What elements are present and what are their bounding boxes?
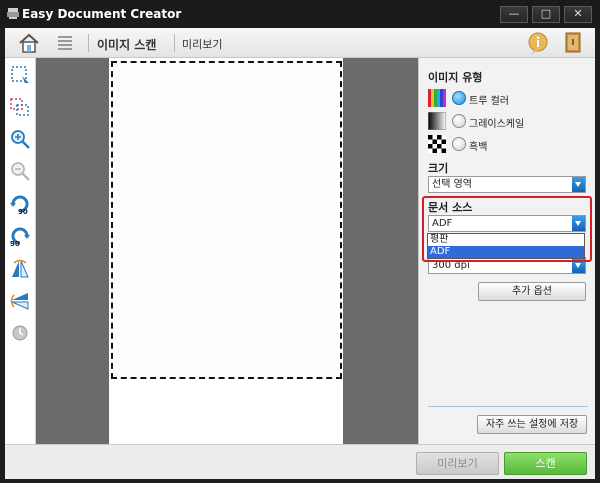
rotate-left-90-icon[interactable]: 90 bbox=[9, 193, 31, 215]
true-color-label: 트루 컬러 bbox=[469, 96, 509, 107]
footer-bar: 미리보기 스캔 bbox=[5, 444, 595, 479]
grayscale-radio[interactable] bbox=[452, 114, 466, 128]
info-icon[interactable] bbox=[526, 31, 550, 55]
scan-image-title: 이미지 스캔 bbox=[97, 38, 157, 52]
home-icon[interactable] bbox=[17, 31, 41, 55]
document-source-dropdown-list[interactable]: 평판 ADF bbox=[427, 233, 585, 259]
main-toolbar: 이미지 스캔 미리보기 bbox=[5, 28, 595, 58]
grayscale-icon bbox=[428, 112, 446, 130]
maximize-button[interactable]: □ bbox=[532, 6, 560, 23]
svg-text:90: 90 bbox=[10, 240, 20, 247]
grayscale-label: 그레이스케일 bbox=[469, 119, 525, 130]
true-color-icon bbox=[428, 89, 446, 107]
tool-strip: 90 90 bbox=[5, 58, 36, 444]
close-button[interactable]: ✕ bbox=[564, 6, 592, 23]
black-white-icon bbox=[428, 135, 446, 153]
minimize-button[interactable]: — bbox=[500, 6, 528, 23]
scan-button[interactable]: 스캔 bbox=[504, 452, 587, 475]
multi-select-icon[interactable] bbox=[9, 96, 31, 118]
app-window: Easy Document Creator — □ ✕ 이미지 스캔 미리보기 bbox=[0, 0, 600, 483]
true-color-radio[interactable] bbox=[452, 91, 466, 105]
flip-horizontal-icon[interactable] bbox=[9, 258, 31, 280]
title-bar: Easy Document Creator — □ ✕ bbox=[0, 0, 600, 28]
toolbar-divider bbox=[174, 34, 175, 52]
dropdown-option-adf[interactable]: ADF bbox=[428, 246, 584, 258]
app-logo-icon bbox=[7, 8, 19, 19]
window-title: Easy Document Creator bbox=[22, 7, 182, 21]
preview-area bbox=[36, 58, 418, 444]
zoom-in-icon[interactable] bbox=[9, 128, 31, 150]
zoom-out-icon[interactable] bbox=[9, 160, 31, 182]
preview-tab[interactable]: 미리보기 bbox=[182, 36, 222, 52]
toolbar-divider bbox=[88, 34, 89, 52]
rotate-right-90-icon[interactable]: 90 bbox=[9, 225, 31, 247]
chevron-down-icon[interactable] bbox=[572, 177, 585, 192]
save-favorite-settings-button[interactable]: 자주 쓰는 설정에 저장 bbox=[477, 415, 587, 434]
size-select[interactable]: 선택 영역 bbox=[428, 176, 586, 193]
list-view-icon[interactable] bbox=[55, 33, 75, 53]
selection-rectangle[interactable] bbox=[111, 61, 342, 379]
preview-button[interactable]: 미리보기 bbox=[416, 452, 499, 475]
reset-icon[interactable] bbox=[9, 322, 31, 344]
size-select-value: 선택 영역 bbox=[432, 179, 472, 190]
select-area-icon[interactable] bbox=[9, 64, 31, 86]
svg-text:90: 90 bbox=[18, 208, 28, 215]
panel-divider bbox=[428, 406, 588, 407]
flip-vertical-icon[interactable] bbox=[9, 290, 31, 312]
black-white-radio[interactable] bbox=[452, 137, 466, 151]
image-type-title: 이미지 유형 bbox=[428, 71, 483, 84]
more-options-button[interactable]: 추가 옵션 bbox=[478, 282, 586, 301]
dropdown-option-flatbed[interactable]: 평판 bbox=[428, 234, 584, 246]
help-book-icon[interactable] bbox=[561, 31, 585, 55]
size-title: 크기 bbox=[428, 162, 449, 175]
black-white-label: 흑백 bbox=[469, 142, 488, 153]
